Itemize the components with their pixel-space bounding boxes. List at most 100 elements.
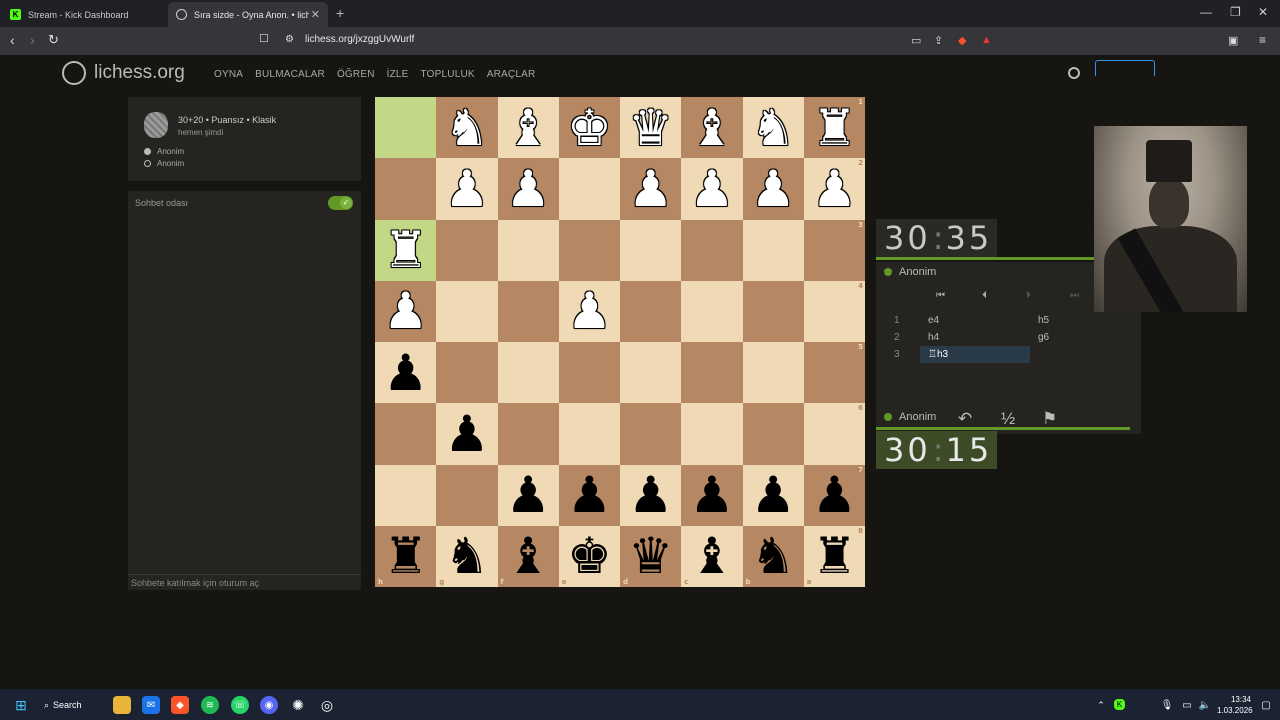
sidebar-icon[interactable]: ▣ bbox=[1228, 34, 1238, 47]
square-h3[interactable]: ♜ bbox=[375, 219, 437, 281]
site-logo[interactable]: lichess.org bbox=[62, 61, 185, 85]
square-d6[interactable] bbox=[620, 403, 682, 465]
square-c4[interactable] bbox=[681, 280, 743, 342]
move-black[interactable] bbox=[1030, 346, 1140, 363]
black-piece[interactable]: ♝ bbox=[689, 531, 734, 581]
spotify-icon[interactable]: ≋ bbox=[201, 696, 219, 714]
brave-rewards-icon[interactable]: ▲ bbox=[981, 34, 992, 46]
windows-start-icon[interactable]: ⊞ bbox=[12, 696, 30, 714]
square-h6[interactable] bbox=[375, 403, 437, 465]
square-c8[interactable]: ♝ c bbox=[681, 525, 743, 587]
address-bar[interactable]: lichess.org/jxzggUvWurlf bbox=[305, 34, 414, 45]
square-a4[interactable]: 4 bbox=[803, 280, 865, 342]
black-piece[interactable]: ♟ bbox=[751, 470, 796, 520]
square-f2[interactable]: ♟ bbox=[497, 158, 559, 220]
black-piece[interactable]: ♟ bbox=[812, 470, 857, 520]
new-tab-button[interactable]: + bbox=[336, 5, 344, 21]
white-piece[interactable]: ♞ bbox=[444, 103, 489, 153]
move-white[interactable]: e4 bbox=[920, 312, 1030, 329]
square-c6[interactable] bbox=[681, 403, 743, 465]
square-d8[interactable]: ♛ d bbox=[620, 525, 682, 587]
obs-icon[interactable]: ◎ bbox=[318, 696, 336, 714]
black-piece[interactable]: ♟ bbox=[383, 348, 428, 398]
white-piece[interactable]: ♝ bbox=[689, 103, 734, 153]
file-explorer-icon[interactable] bbox=[113, 696, 131, 714]
square-b7[interactable]: ♟ bbox=[742, 464, 804, 526]
back-icon[interactable]: ‹ bbox=[10, 32, 15, 48]
nav-community[interactable]: TOPLULUK bbox=[421, 69, 475, 80]
square-f5[interactable] bbox=[497, 342, 559, 404]
next-move-icon[interactable]: ⏵ bbox=[1026, 290, 1031, 301]
square-d1[interactable]: ♛ bbox=[620, 97, 682, 159]
square-h5[interactable]: ♟ bbox=[375, 342, 437, 404]
move-white-current[interactable]: ♖h3 bbox=[920, 346, 1030, 363]
square-d5[interactable] bbox=[620, 342, 682, 404]
square-d2[interactable]: ♟ bbox=[620, 158, 682, 220]
square-b1[interactable]: ♞ bbox=[742, 97, 804, 159]
white-piece[interactable]: ♟ bbox=[812, 164, 857, 214]
mail-icon[interactable]: ✉ bbox=[142, 696, 160, 714]
kick-tray-icon[interactable]: K bbox=[1114, 699, 1125, 710]
square-g5[interactable] bbox=[436, 342, 498, 404]
tab-kick-dashboard[interactable]: K Stream - Kick Dashboard bbox=[2, 2, 167, 27]
square-g4[interactable] bbox=[436, 280, 498, 342]
nav-play[interactable]: OYNA bbox=[214, 69, 243, 80]
menu-icon[interactable]: ≡ bbox=[1259, 33, 1266, 47]
cast-icon[interactable]: ▭ bbox=[911, 34, 921, 47]
square-e1[interactable]: ♚ bbox=[558, 97, 620, 159]
square-a7[interactable]: ♟ 7 bbox=[803, 464, 865, 526]
square-f3[interactable] bbox=[497, 219, 559, 281]
black-piece[interactable]: ♟ bbox=[444, 409, 489, 459]
square-b8[interactable]: ♞ b bbox=[742, 525, 804, 587]
square-f7[interactable]: ♟ bbox=[497, 464, 559, 526]
nav-puzzles[interactable]: BULMACALAR bbox=[255, 69, 325, 80]
move-white[interactable]: h4 bbox=[920, 329, 1030, 346]
notifications-icon[interactable]: ▢ bbox=[1257, 696, 1275, 714]
share-icon[interactable]: ⇪ bbox=[934, 34, 943, 47]
square-b3[interactable] bbox=[742, 219, 804, 281]
white-piece[interactable]: ♟ bbox=[567, 286, 612, 336]
search-icon[interactable] bbox=[1068, 67, 1080, 79]
black-piece[interactable]: ♛ bbox=[628, 531, 673, 581]
black-piece[interactable]: ♜ bbox=[812, 531, 857, 581]
prev-move-icon[interactable]: ⏴ bbox=[982, 290, 987, 301]
square-c3[interactable] bbox=[681, 219, 743, 281]
square-b4[interactable] bbox=[742, 280, 804, 342]
nav-learn[interactable]: ÖĞREN bbox=[337, 69, 375, 80]
black-piece[interactable]: ♟ bbox=[567, 470, 612, 520]
square-f8[interactable]: ♝ f bbox=[497, 525, 559, 587]
square-d7[interactable]: ♟ bbox=[620, 464, 682, 526]
black-piece[interactable]: ♟ bbox=[689, 470, 734, 520]
square-h2[interactable] bbox=[375, 158, 437, 220]
move-black[interactable]: h5 bbox=[1030, 312, 1140, 329]
white-piece[interactable]: ♜ bbox=[812, 103, 857, 153]
square-h8[interactable]: ♜ h bbox=[375, 525, 437, 587]
brave-shield-icon[interactable]: ◆ bbox=[958, 34, 966, 47]
first-move-icon[interactable]: ⏮ bbox=[936, 290, 945, 301]
square-a8[interactable]: ♜ 8 a bbox=[803, 525, 865, 587]
square-g3[interactable] bbox=[436, 219, 498, 281]
tab-lichess[interactable]: Sıra sizde - Oyna Anon. • lich ✕ bbox=[168, 2, 328, 27]
brave-icon[interactable]: ◆ bbox=[171, 696, 189, 714]
whatsapp-icon[interactable]: ☏ bbox=[231, 696, 249, 714]
square-e8[interactable]: ♚ e bbox=[558, 525, 620, 587]
square-d3[interactable] bbox=[620, 219, 682, 281]
last-move-icon[interactable]: ⏭ bbox=[1070, 290, 1079, 301]
square-c2[interactable]: ♟ bbox=[681, 158, 743, 220]
taskbar-search[interactable]: ⌕ Search bbox=[44, 695, 102, 715]
black-piece[interactable]: ♜ bbox=[383, 531, 428, 581]
square-b2[interactable]: ♟ bbox=[742, 158, 804, 220]
square-h1[interactable] bbox=[375, 97, 437, 159]
move-black[interactable]: g6 bbox=[1030, 329, 1140, 346]
square-e4[interactable]: ♟ bbox=[558, 280, 620, 342]
square-f6[interactable] bbox=[497, 403, 559, 465]
white-piece[interactable]: ♛ bbox=[628, 103, 673, 153]
square-b5[interactable] bbox=[742, 342, 804, 404]
volume-icon[interactable]: 🔈 bbox=[1196, 696, 1214, 714]
square-e6[interactable] bbox=[558, 403, 620, 465]
square-h7[interactable] bbox=[375, 464, 437, 526]
black-piece[interactable]: ♟ bbox=[628, 470, 673, 520]
network-icon[interactable]: ▭ bbox=[1178, 696, 1196, 714]
black-piece[interactable]: ♞ bbox=[751, 531, 796, 581]
square-c1[interactable]: ♝ bbox=[681, 97, 743, 159]
